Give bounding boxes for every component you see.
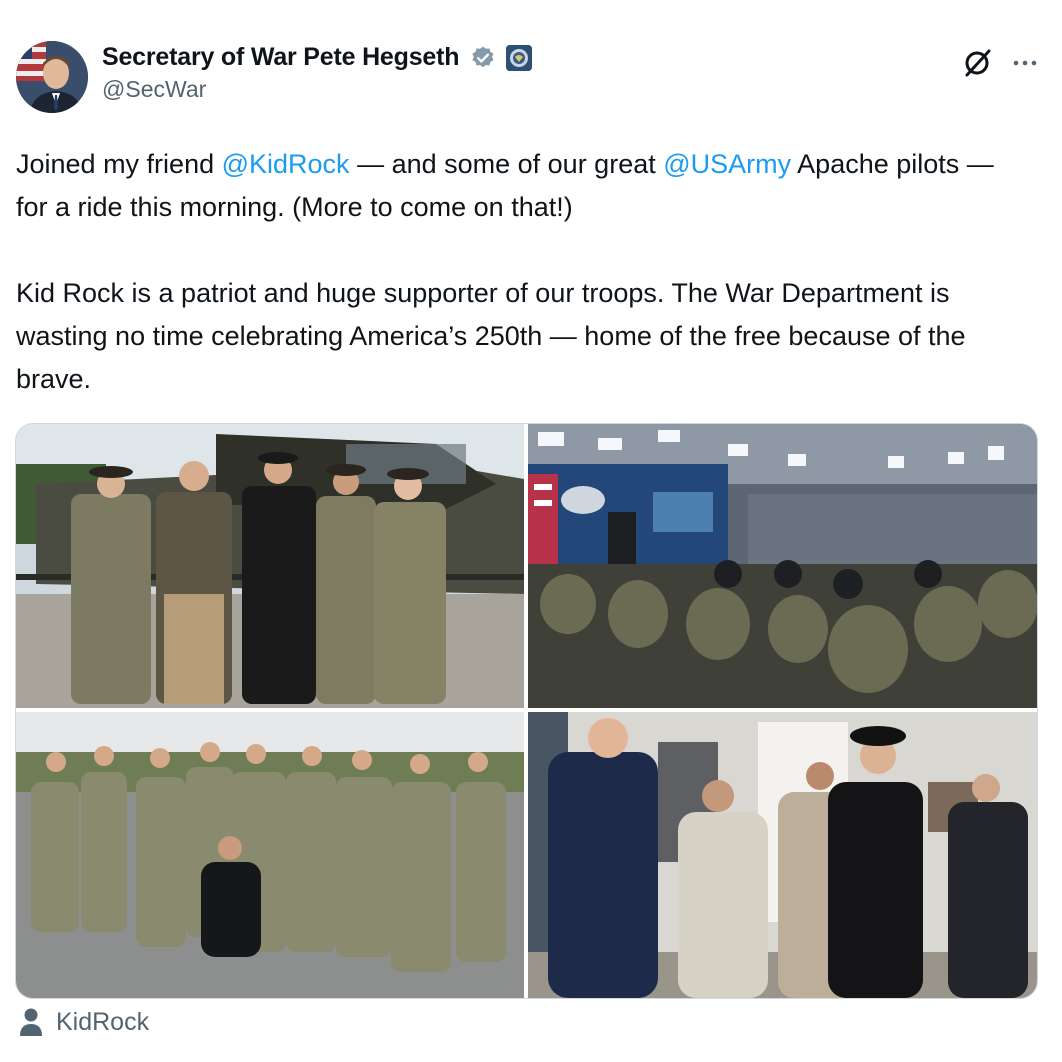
photo-press-briefing-room[interactable] xyxy=(528,424,1037,708)
more-icon[interactable] xyxy=(1008,46,1042,80)
mention-usarmy-link[interactable]: @USArmy xyxy=(663,149,791,179)
tagged-user-label[interactable]: KidRock xyxy=(56,1008,149,1037)
text-segment: — and some of our great xyxy=(349,149,664,179)
display-name[interactable]: Secretary of War Pete Hegseth xyxy=(102,43,460,72)
affiliation-badge-icon[interactable] xyxy=(506,44,533,71)
tagged-user[interactable]: KidRock xyxy=(18,1005,149,1039)
handle[interactable]: @SecWar xyxy=(102,76,532,103)
tweet-header: Secretary of War Pete Hegseth @SecWar xyxy=(16,38,1046,118)
grok-icon[interactable] xyxy=(960,46,994,80)
person-icon xyxy=(18,1007,44,1037)
photo-group-soldiers-outdoors[interactable] xyxy=(16,712,524,998)
photo-group-apache-helicopter[interactable] xyxy=(16,424,524,708)
tweet-paragraph-1: Joined my friend @KidRock — and some of … xyxy=(16,143,1026,229)
tweet-text: Joined my friend @KidRock — and some of … xyxy=(16,143,1026,401)
verified-badge-icon[interactable] xyxy=(470,45,496,71)
mention-kidrock-link[interactable]: @KidRock xyxy=(222,149,350,179)
tweet-paragraph-2: Kid Rock is a patriot and huge supporter… xyxy=(16,278,966,394)
profile-photo xyxy=(16,41,88,113)
author-names: Secretary of War Pete Hegseth @SecWar xyxy=(102,43,533,103)
media-grid xyxy=(15,423,1038,999)
photo-hallway-greeting[interactable] xyxy=(528,712,1037,998)
text-segment: Joined my friend xyxy=(16,149,222,179)
avatar[interactable] xyxy=(16,41,88,113)
